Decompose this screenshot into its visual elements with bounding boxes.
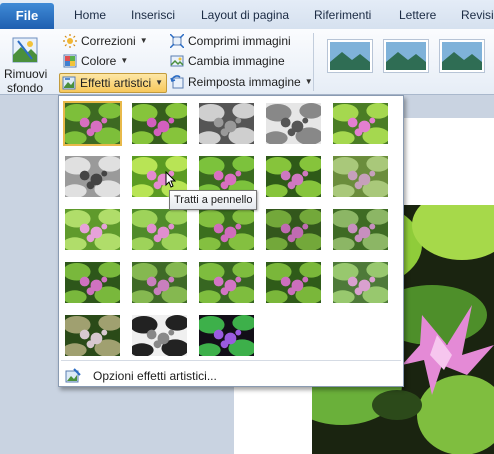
effect-options-icon: [65, 368, 81, 383]
remove-background-button[interactable]: Rimuovi sfondo: [4, 33, 48, 95]
effect-preview-image: [130, 103, 189, 145]
tab-references[interactable]: Riferimenti: [314, 8, 371, 22]
chevron-down-icon: ▼: [304, 77, 313, 86]
effect-thumb-crisscross[interactable]: [264, 260, 323, 305]
effect-preview-image: [264, 262, 323, 304]
artistic-effects-options-button[interactable]: Opzioni effetti artistici...: [65, 366, 217, 386]
tab-page-layout[interactable]: Layout di pagina: [201, 8, 289, 22]
ribbon-tab-bar: File Home Inserisci Layout di pagina Rif…: [0, 0, 494, 30]
effect-preview-image: [63, 209, 122, 251]
compress-pictures-label: Comprimi immagini: [188, 34, 291, 48]
effect-thumb-glow-diffused[interactable]: [264, 154, 323, 199]
effect-thumb-marker[interactable]: [130, 101, 189, 146]
tab-file[interactable]: File: [0, 3, 54, 29]
tab-home[interactable]: Home: [74, 8, 106, 22]
picture-style-thumbnail: [330, 42, 370, 70]
chevron-down-icon: ▼: [120, 56, 129, 65]
chevron-down-icon: ▼: [155, 78, 164, 87]
change-picture-label: Cambia immagine: [188, 54, 285, 68]
picture-style-1[interactable]: [327, 39, 373, 73]
effect-thumb-film-grain[interactable]: [264, 207, 323, 252]
effect-preview-image: [331, 209, 390, 251]
effect-thumb-glass[interactable]: [63, 260, 122, 305]
artistic-effects-label: Effetti artistici: [80, 76, 152, 90]
effect-preview-image: [130, 262, 189, 304]
effect-thumb-photocopy[interactable]: [130, 313, 189, 358]
corrections-button[interactable]: Correzioni ▼: [63, 32, 148, 50]
tab-mailings[interactable]: Lettere: [399, 8, 436, 22]
change-picture-button[interactable]: Cambia immagine: [170, 52, 285, 70]
effect-thumb-cement[interactable]: [130, 260, 189, 305]
effect-thumb-chalk[interactable]: [331, 101, 390, 146]
effect-thumb-watercolor[interactable]: [130, 207, 189, 252]
effect-thumb-line-drawing[interactable]: [264, 101, 323, 146]
corrections-label: Correzioni: [81, 34, 136, 48]
effect-preview-image: [130, 209, 189, 251]
mouse-cursor-icon: [165, 171, 177, 188]
effect-thumb-pencil-gray[interactable]: [197, 101, 256, 146]
artistic-effects-options-label: Opzioni effetti artistici...: [93, 369, 217, 383]
effect-thumb-normal[interactable]: [63, 101, 122, 146]
reset-picture-icon: [170, 75, 184, 89]
effect-thumb-blur[interactable]: [331, 154, 390, 199]
effect-preview-image: [197, 315, 256, 357]
sun-icon: [63, 34, 77, 48]
effect-thumb-cutout[interactable]: [197, 207, 256, 252]
effect-preview-image: [264, 103, 323, 145]
effect-thumb-texturizer[interactable]: [197, 260, 256, 305]
effect-preview-image: [130, 315, 189, 357]
artistic-effects-icon: [62, 76, 76, 90]
picture-style-thumbnail: [386, 42, 426, 70]
chevron-down-icon: ▼: [139, 36, 148, 45]
tab-review[interactable]: Revisio: [461, 8, 494, 22]
gallery-divider: [61, 360, 401, 361]
color-label: Colore: [81, 54, 117, 68]
effect-preview-image: [197, 103, 256, 145]
artistic-effects-gallery: Opzioni effetti artistici...: [58, 95, 404, 387]
artistic-effects-button[interactable]: Effetti artistici ▼: [59, 73, 168, 93]
tooltip: Tratti a pennello: [169, 190, 258, 210]
effect-preview-image: [197, 262, 256, 304]
remove-background-icon: [12, 37, 38, 63]
ribbon-group-divider: [313, 33, 314, 91]
compress-icon: [170, 34, 184, 48]
compress-pictures-button[interactable]: Comprimi immagini: [170, 32, 291, 50]
picture-style-2[interactable]: [383, 39, 429, 73]
picture-style-3[interactable]: [439, 39, 485, 73]
color-button[interactable]: Colore ▼: [63, 52, 128, 70]
color-picture-icon: [63, 54, 77, 68]
effect-preview-image: [331, 156, 390, 198]
effect-thumb-mosaic[interactable]: [331, 207, 390, 252]
picture-style-thumbnail: [442, 42, 482, 70]
effect-preview-image: [331, 103, 390, 145]
effect-thumb-pastels[interactable]: [331, 260, 390, 305]
remove-background-label-1: Rimuovi: [4, 67, 48, 81]
effect-preview-image: [264, 209, 323, 251]
reset-picture-label: Reimposta immagine: [188, 75, 301, 89]
effect-thumb-light-screen[interactable]: [63, 207, 122, 252]
effect-preview-image: [63, 315, 122, 357]
ribbon-picture-format: Rimuovi sfondo Correzioni ▼ Colore ▼ Eff…: [0, 29, 494, 95]
tab-insert[interactable]: Inserisci: [131, 8, 175, 22]
effect-preview-image: [264, 156, 323, 198]
effect-preview-image: [63, 262, 122, 304]
effect-preview-image: [331, 262, 390, 304]
effect-preview-image: [63, 103, 122, 145]
remove-background-label-2: sfondo: [6, 81, 44, 95]
effect-preview-image: [63, 156, 122, 198]
effect-preview-image: [197, 209, 256, 251]
change-picture-icon: [170, 55, 184, 67]
effect-thumb-charcoal[interactable]: [63, 154, 122, 199]
reset-picture-button[interactable]: Reimposta immagine ▼: [170, 73, 313, 91]
effect-thumb-plastic-wrap[interactable]: [63, 313, 122, 358]
effect-thumb-glow-edges[interactable]: [197, 313, 256, 358]
